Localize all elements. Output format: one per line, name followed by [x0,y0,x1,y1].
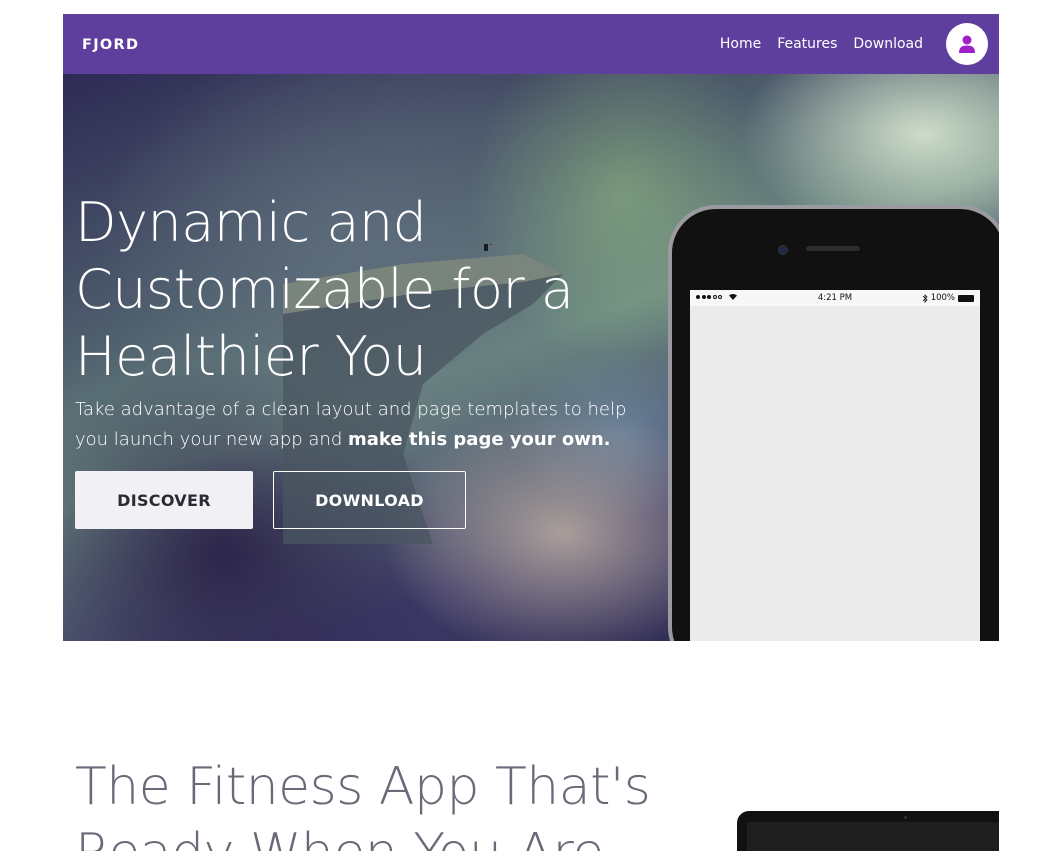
status-right: 100% [922,293,974,303]
battery-icon [958,294,974,302]
phone-mockup: 4:21 PM 100% [668,205,999,641]
navbar: FJORD Home Features Download [63,14,999,74]
laptop-screen [747,822,999,851]
nav-link-features[interactable]: Features [777,35,837,53]
phone-screen: 4:21 PM 100% [690,290,980,641]
discover-button[interactable]: DISCOVER [75,471,253,529]
user-avatar-button[interactable] [946,23,988,65]
phone-status-bar: 4:21 PM 100% [690,290,980,306]
phone-speaker [806,246,860,251]
nav-links: Home Features Download [720,35,923,53]
hero-section: Dynamic and Customizable for a Healthier… [63,74,999,641]
download-button[interactable]: DOWNLOAD [273,471,466,529]
section-title: The Fitness App That's Ready When You Ar… [75,757,651,851]
laptop-mockup [737,811,999,851]
phone-camera [778,245,788,255]
battery-percent: 100% [930,293,955,303]
bluetooth-icon [922,293,928,303]
user-icon [959,35,975,53]
hero-subtitle-emphasis: make this page your own. [347,429,611,450]
nav-link-home[interactable]: Home [720,35,761,53]
laptop-camera [904,816,907,819]
nav-link-download[interactable]: Download [853,35,923,53]
page-frame: FJORD Home Features Download Dynamic and… [63,14,999,851]
brand-logo[interactable]: FJORD [82,36,139,54]
hero-title: Dynamic and Customizable for a Healthier… [75,191,574,388]
hero-subtitle: Take advantage of a clean layout and pag… [75,395,665,455]
